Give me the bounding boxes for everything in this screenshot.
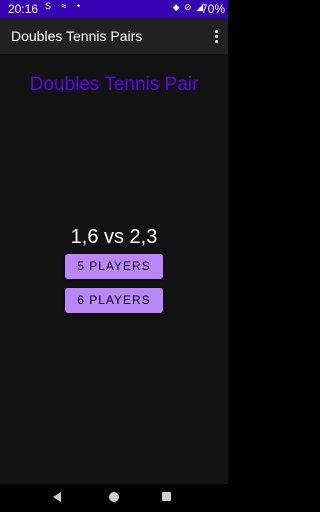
recents-icon[interactable]	[162, 492, 171, 501]
navigation-bar	[0, 484, 228, 512]
status-time: 20:16	[8, 2, 39, 16]
back-icon[interactable]	[53, 492, 61, 502]
five-players-button[interactable]: 5 PLAYERS	[65, 254, 163, 279]
battery-level: 70%	[200, 2, 225, 16]
more-vert-icon[interactable]	[211, 26, 221, 46]
six-players-button[interactable]: 6 PLAYERS	[65, 288, 163, 313]
pair-result: 1,6 vs 2,3	[70, 226, 158, 248]
main-content: Doubles Tennis Pair 1,6 vs 2,3 5 PLAYERS…	[0, 54, 228, 484]
status-bar: 20:16 S ≈ • ◆ ⊘ ◢ 70%	[0, 0, 228, 18]
notification-icons: S ≈ •	[45, 1, 85, 11]
app-bar: Doubles Tennis Pairs	[0, 18, 228, 54]
home-icon[interactable]	[109, 492, 119, 502]
page-heading: Doubles Tennis Pair	[29, 74, 199, 95]
app-title: Doubles Tennis Pairs	[11, 28, 143, 44]
signal-icons: ◆ ⊘ ◢	[172, 2, 204, 12]
